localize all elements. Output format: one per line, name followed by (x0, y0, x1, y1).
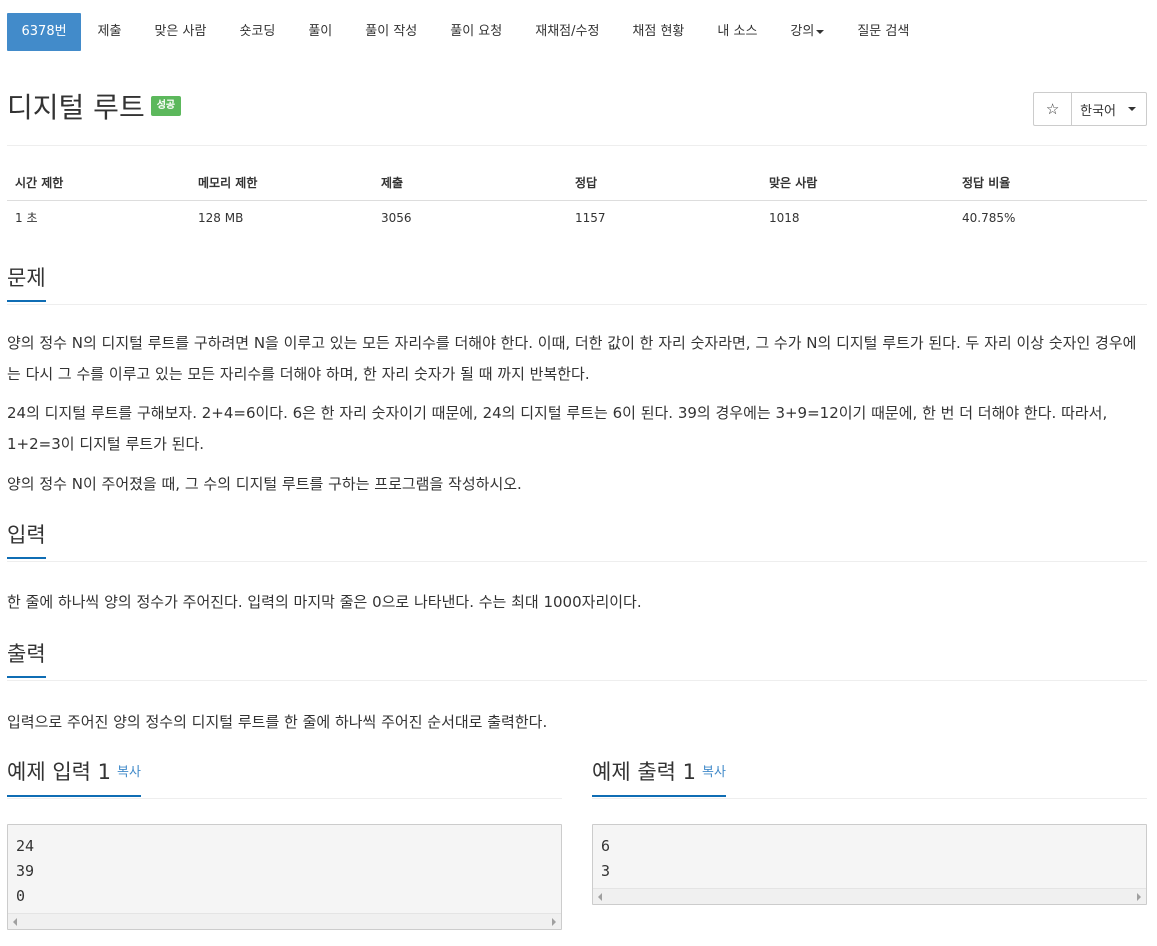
scroll-right-icon[interactable] (552, 918, 556, 926)
copy-sample-input-link[interactable]: 복사 (117, 765, 141, 780)
problem-section: 문제 양의 정수 N의 디지털 루트를 구하려면 N을 이루고 있는 모든 자리… (7, 260, 1147, 500)
tab-status[interactable]: 채점 현황 (616, 13, 701, 51)
tab-submit[interactable]: 제출 (81, 13, 138, 51)
accept-ratio-value: 40.785% (962, 210, 1016, 225)
problem-headline: 문제 (7, 260, 1147, 305)
problem-paragraph: 양의 정수 N이 주어졌을 때, 그 수의 디지털 루트를 구하는 프로그램을 … (7, 475, 522, 493)
page-title: 디지털 루트 성공 (7, 89, 182, 127)
output-heading: 출력 (7, 640, 46, 678)
input-section: 입력 한 줄에 하나씩 양의 정수가 주어진다. 입력의 마지막 줄은 0으로 … (7, 517, 1147, 618)
samples-row: 예제 입력 1 복사 24 39 0 예제 출력 1 복사 6 3 (7, 754, 1147, 930)
star-outline-icon: ☆ (1045, 100, 1060, 118)
accepted-value: 1157 (575, 210, 606, 225)
submissions-value: 3056 (381, 210, 412, 225)
status-badge: 성공 (150, 96, 182, 116)
memory-limit-value: 128 MB (198, 210, 244, 225)
favorite-button[interactable]: ☆ (1034, 93, 1073, 125)
sample-input-headline: 예제 입력 1 복사 (7, 754, 562, 799)
output-section: 출력 입력으로 주어진 양의 정수의 디지털 루트를 한 줄에 하나씩 주어진 … (7, 636, 1147, 738)
sample-output-headline: 예제 출력 1 복사 (592, 754, 1147, 799)
sample-output-column: 예제 출력 1 복사 6 3 (592, 754, 1147, 930)
sample-input-heading: 예제 입력 1 복사 (7, 758, 141, 797)
sample-input-box: 24 39 0 (7, 824, 562, 930)
title-button-group: ☆ 한국어 (1033, 92, 1147, 126)
problem-description: 양의 정수 N의 디지털 루트를 구하려면 N을 이루고 있는 모든 자리수를 … (7, 328, 1147, 500)
problem-heading: 문제 (7, 264, 46, 302)
sample-input-content: 24 39 0 (16, 837, 35, 905)
header-submissions: 제출 (373, 166, 567, 201)
scroll-right-icon[interactable] (1137, 893, 1141, 901)
tab-request-solution[interactable]: 풀이 요청 (434, 13, 519, 51)
problem-paragraph: 24의 디지털 루트를 구해보자. 2+4=6이다. 6은 한 자리 숫자이기 … (7, 404, 1108, 453)
header-accept-ratio: 정답 비율 (954, 166, 1147, 201)
horizontal-scrollbar[interactable] (8, 913, 561, 929)
input-heading: 입력 (7, 521, 46, 559)
scroll-left-icon[interactable] (598, 893, 602, 901)
tab-write-solution[interactable]: 풀이 작성 (349, 13, 434, 51)
table-header-row: 시간 제한 메모리 제한 제출 정답 맞은 사람 정답 비율 (7, 166, 1147, 201)
caret-down-icon (816, 29, 825, 34)
title-row: 디지털 루트 성공 ☆ 한국어 (7, 51, 1147, 146)
input-headline: 입력 (7, 517, 1147, 562)
problem-page: 6378번 제출 맞은 사람 숏코딩 풀이 풀이 작성 풀이 요청 재채점/수정… (0, 13, 1157, 946)
sample-input-title: 예제 입력 1 (7, 760, 111, 784)
scroll-left-icon[interactable] (13, 918, 17, 926)
tab-problem-number[interactable]: 6378번 (7, 13, 82, 51)
horizontal-scrollbar[interactable] (593, 888, 1146, 904)
tab-short-coding[interactable]: 숏코딩 (223, 13, 292, 51)
tab-question-search[interactable]: 질문 검색 (841, 13, 926, 51)
tab-rejudge[interactable]: 재채점/수정 (519, 13, 616, 51)
tab-accepted-users[interactable]: 맞은 사람 (138, 13, 223, 51)
header-accepted: 정답 (567, 166, 761, 201)
problem-menu: 6378번 제출 맞은 사람 숏코딩 풀이 풀이 작성 풀이 요청 재채점/수정… (7, 13, 1147, 51)
output-headline: 출력 (7, 636, 1147, 681)
copy-sample-output-link[interactable]: 복사 (702, 765, 726, 780)
sample-output-box: 6 3 (592, 824, 1147, 905)
sample-output-heading: 예제 출력 1 복사 (592, 758, 726, 797)
tab-lectures-label: 강의 (790, 24, 815, 39)
sample-output-title: 예제 출력 1 (592, 760, 696, 784)
sample-output-content: 6 3 (601, 837, 611, 880)
header-solved-users: 맞은 사람 (761, 166, 954, 201)
time-limit-value: 1 초 (15, 211, 38, 226)
solved-users-value: 1018 (769, 210, 800, 225)
problem-title: 디지털 루트 (7, 91, 145, 124)
tab-lectures-dropdown[interactable]: 강의 (774, 13, 841, 51)
table-row: 1 초 128 MB 3056 1157 1018 40.785% (7, 200, 1147, 235)
tab-my-source[interactable]: 내 소스 (701, 13, 774, 51)
output-description: 입력으로 주어진 양의 정수의 디지털 루트를 한 줄에 하나씩 주어진 순서대… (7, 713, 548, 731)
language-dropdown[interactable]: 한국어 (1072, 93, 1146, 125)
header-time-limit: 시간 제한 (7, 166, 190, 201)
language-label: 한국어 (1080, 103, 1116, 119)
header-memory-limit: 메모리 제한 (190, 166, 373, 201)
tab-solutions[interactable]: 풀이 (292, 13, 349, 51)
problem-paragraph: 양의 정수 N의 디지털 루트를 구하려면 N을 이루고 있는 모든 자리수를 … (7, 334, 1137, 383)
caret-down-icon (1128, 107, 1136, 111)
sample-input-column: 예제 입력 1 복사 24 39 0 (7, 754, 562, 930)
problem-info-table: 시간 제한 메모리 제한 제출 정답 맞은 사람 정답 비율 1 초 128 M… (7, 166, 1147, 235)
input-description: 한 줄에 하나씩 양의 정수가 주어진다. 입력의 마지막 줄은 0으로 나타낸… (7, 593, 642, 611)
